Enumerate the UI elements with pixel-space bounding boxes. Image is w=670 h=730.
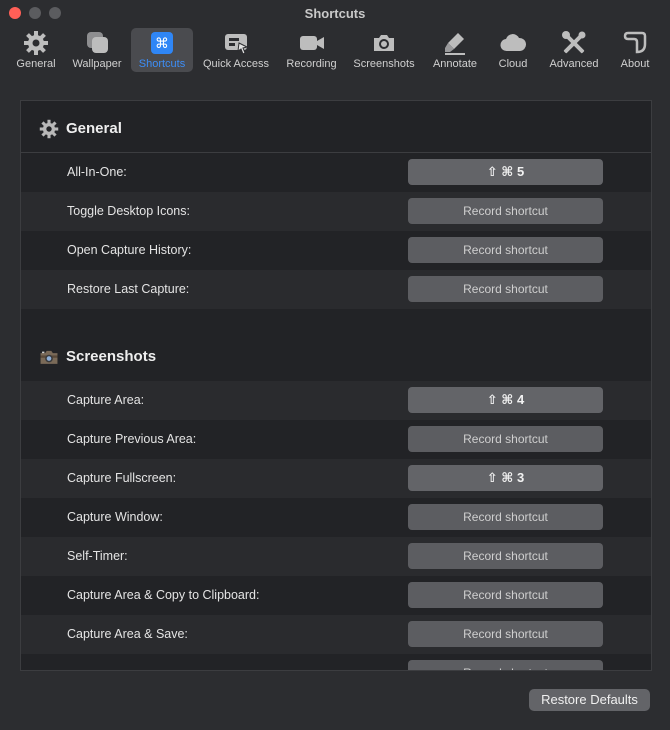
about-icon bbox=[612, 30, 658, 56]
shortcut-row-capture-fullscreen: Capture Fullscreen: ⇧ ⌘ 3 bbox=[21, 459, 651, 498]
tab-label: Annotate bbox=[432, 58, 478, 70]
shortcut-row-capture-area: Capture Area: ⇧ ⌘ 4 bbox=[21, 381, 651, 420]
tab-label: Cloud bbox=[498, 58, 528, 70]
shortcut-label: Capture Previous Area: bbox=[67, 432, 197, 446]
camera-icon bbox=[39, 347, 59, 367]
tab-annotate[interactable]: Annotate bbox=[426, 28, 484, 72]
shortcut-label: Open Capture History: bbox=[67, 243, 192, 257]
shortcut-row-open-capture-history: Open Capture History: Record shortcut bbox=[21, 231, 651, 270]
tab-label: Recording bbox=[286, 58, 337, 70]
window-title: Shortcuts bbox=[304, 6, 366, 21]
shortcut-recorder[interactable]: Record shortcut bbox=[408, 276, 603, 302]
preferences-window: Shortcuts General Wallpaper ⌘ Shortcuts … bbox=[0, 0, 670, 730]
tab-label: About bbox=[620, 58, 650, 70]
section-header-general: General bbox=[21, 101, 651, 153]
shortcut-recorder[interactable]: Record shortcut bbox=[408, 582, 603, 608]
shortcut-row-restore-last-capture: Restore Last Capture: Record shortcut bbox=[21, 270, 651, 309]
tab-about[interactable]: About bbox=[612, 28, 658, 72]
tab-cloud[interactable]: Cloud bbox=[490, 28, 536, 72]
tab-wallpaper[interactable]: Wallpaper bbox=[66, 28, 128, 72]
title-bar: Shortcuts bbox=[0, 0, 670, 28]
tools-icon bbox=[543, 30, 605, 56]
shortcut-label: Toggle Desktop Icons: bbox=[67, 204, 190, 218]
section-title: Screenshots bbox=[66, 348, 157, 365]
shortcut-label: Capture Area & Save: bbox=[67, 627, 188, 641]
tab-recording[interactable]: Recording bbox=[280, 28, 343, 72]
shortcut-recorder[interactable]: Record shortcut bbox=[408, 621, 603, 647]
shortcut-recorder[interactable]: ⇧ ⌘ 3 bbox=[408, 465, 603, 491]
shortcut-recorder[interactable]: Record shortcut bbox=[408, 198, 603, 224]
tab-label: Wallpaper bbox=[72, 58, 122, 70]
shortcut-row-all-in-one: All-In-One: ⇧ ⌘ 5 bbox=[21, 153, 651, 192]
shortcut-recorder[interactable]: ⇧ ⌘ 4 bbox=[408, 387, 603, 413]
section-title: General bbox=[66, 120, 122, 137]
wallpaper-icon bbox=[66, 30, 128, 56]
svg-text:⌘: ⌘ bbox=[155, 36, 169, 52]
shortcut-recorder[interactable]: Record shortcut bbox=[408, 660, 603, 670]
shortcut-recorder[interactable]: Record shortcut bbox=[408, 237, 603, 263]
tab-advanced[interactable]: Advanced bbox=[543, 28, 605, 72]
shortcut-label: Capture Area: bbox=[67, 393, 145, 407]
shortcut-row-partial: Record shortcut bbox=[21, 654, 651, 670]
camera-icon bbox=[348, 30, 420, 56]
shortcut-recorder[interactable]: Record shortcut bbox=[408, 504, 603, 530]
shortcut-row-capture-previous-area: Capture Previous Area: Record shortcut bbox=[21, 420, 651, 459]
tab-label: Shortcuts bbox=[138, 58, 186, 70]
shortcut-row-toggle-desktop-icons: Toggle Desktop Icons: Record shortcut bbox=[21, 192, 651, 231]
tab-screenshots[interactable]: Screenshots bbox=[348, 28, 420, 72]
shortcut-label: Self-Timer: bbox=[67, 549, 128, 563]
gear-icon bbox=[39, 119, 59, 139]
section-header-screenshots: Screenshots bbox=[21, 329, 651, 381]
tab-label: Advanced bbox=[549, 58, 599, 70]
shortcut-row-capture-area-save: Capture Area & Save: Record shortcut bbox=[21, 615, 651, 654]
shortcut-label: Capture Area & Copy to Clipboard: bbox=[67, 588, 260, 602]
shortcut-label: All-In-One: bbox=[67, 165, 127, 179]
tab-label: Quick Access bbox=[202, 58, 270, 70]
restore-defaults-button[interactable]: Restore Defaults bbox=[529, 689, 650, 711]
preferences-toolbar: General Wallpaper ⌘ Shortcuts Quick Acce… bbox=[0, 28, 670, 72]
tab-shortcuts[interactable]: ⌘ Shortcuts bbox=[131, 28, 193, 72]
shortcuts-list[interactable]: General All-In-One: ⇧ ⌘ 5 Toggle Desktop… bbox=[20, 100, 652, 671]
shortcut-row-capture-window: Capture Window: Record shortcut bbox=[21, 498, 651, 537]
gear-icon bbox=[10, 30, 62, 56]
shortcut-label: Capture Window: bbox=[67, 510, 163, 524]
cloud-icon bbox=[490, 30, 536, 56]
highlighter-icon bbox=[426, 30, 484, 56]
video-camera-icon bbox=[280, 30, 343, 56]
tab-label: Screenshots bbox=[353, 58, 415, 70]
shortcut-row-self-timer: Self-Timer: Record shortcut bbox=[21, 537, 651, 576]
tab-label: General bbox=[16, 58, 56, 70]
tab-general[interactable]: General bbox=[10, 28, 62, 72]
shortcut-recorder[interactable]: Record shortcut bbox=[408, 543, 603, 569]
shortcut-label: Capture Fullscreen: bbox=[67, 471, 177, 485]
tab-quick-access[interactable]: Quick Access bbox=[198, 28, 274, 72]
shortcut-label: Restore Last Capture: bbox=[67, 282, 190, 296]
shortcut-recorder[interactable]: ⇧ ⌘ 5 bbox=[408, 159, 603, 185]
shortcut-recorder[interactable]: Record shortcut bbox=[408, 426, 603, 452]
command-icon: ⌘ bbox=[131, 30, 193, 56]
quick-access-icon bbox=[198, 30, 274, 56]
shortcut-row-capture-area-copy-to-clipboard: Capture Area & Copy to Clipboard: Record… bbox=[21, 576, 651, 615]
